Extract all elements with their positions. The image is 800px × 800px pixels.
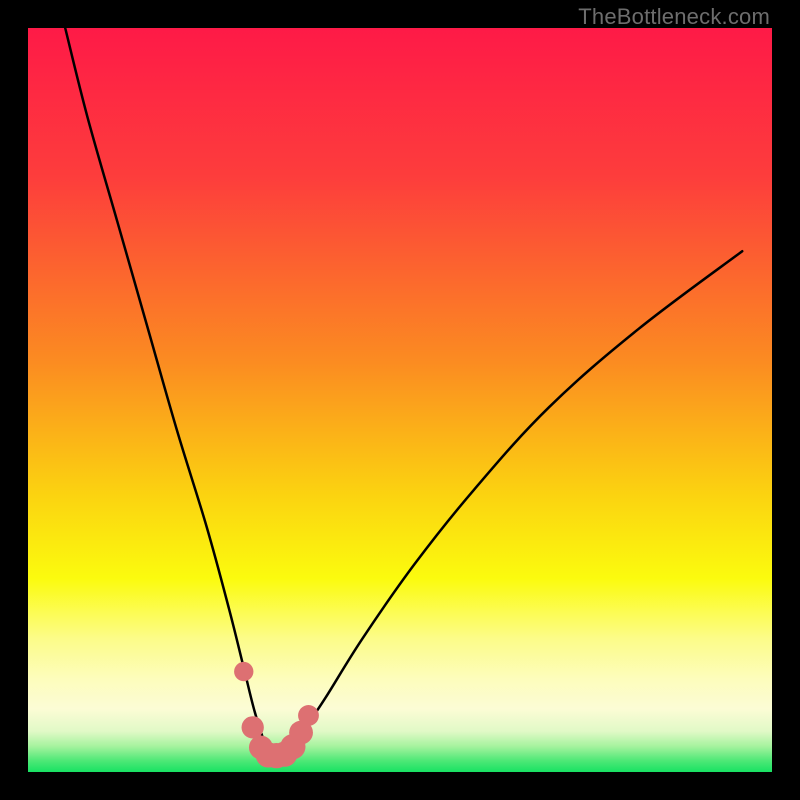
bottleneck-curve bbox=[65, 28, 742, 757]
marker-group bbox=[234, 662, 319, 768]
highlight-marker bbox=[242, 716, 264, 738]
outer-frame: TheBottleneck.com bbox=[0, 0, 800, 800]
chart-svg bbox=[28, 28, 772, 772]
watermark-text: TheBottleneck.com bbox=[578, 4, 770, 30]
highlight-marker bbox=[234, 662, 253, 681]
plot-area bbox=[28, 28, 772, 772]
highlight-marker bbox=[298, 705, 319, 726]
